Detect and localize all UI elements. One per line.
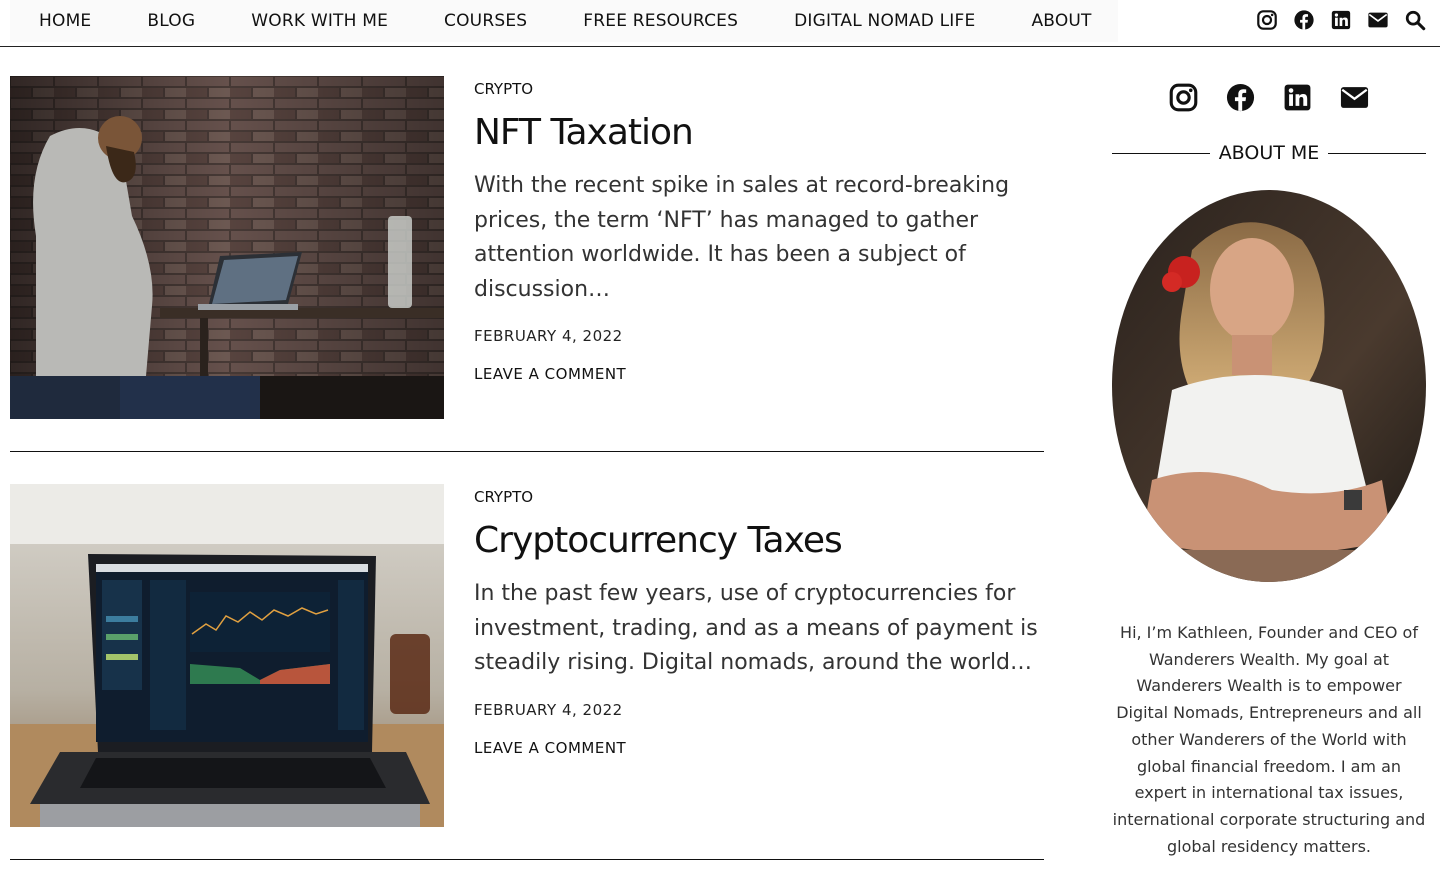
post-excerpt: With the recent spike in sales at record… <box>474 173 1010 302</box>
about-me-title: ABOUT ME <box>1218 142 1320 164</box>
author-portrait <box>1112 190 1426 582</box>
facebook-icon[interactable] <box>1293 9 1315 31</box>
linkedin-icon[interactable] <box>1282 82 1313 113</box>
top-navigation: HOME BLOG WORK WITH ME COURSES FREE RESO… <box>0 0 1440 47</box>
post-excerpt: In the past few years, use of cryptocurr… <box>474 581 1038 675</box>
post-card: CRYPTO NFT Taxation With the recent spik… <box>10 76 1044 419</box>
instagram-icon[interactable] <box>1256 9 1278 31</box>
leave-comment-link[interactable]: LEAVE A COMMENT <box>474 739 1044 757</box>
linkedin-icon[interactable] <box>1330 9 1352 31</box>
nav-menu: HOME BLOG WORK WITH ME COURSES FREE RESO… <box>10 0 1118 42</box>
author-bio: Hi, I’m Kathleen, Founder and CEO of Wan… <box>1112 623 1426 856</box>
nav-item-about[interactable]: ABOUT <box>1031 11 1091 31</box>
post-divider <box>10 451 1044 452</box>
post-date: FEBRUARY 4, 2022 <box>474 327 623 345</box>
laptop-trading-chart-photo <box>10 484 444 827</box>
post-date: FEBRUARY 4, 2022 <box>474 700 623 719</box>
post-content: CRYPTO NFT Taxation With the recent spik… <box>474 76 1044 383</box>
post-title[interactable]: NFT Taxation <box>474 112 1044 153</box>
post-category[interactable]: CRYPTO <box>474 488 1044 506</box>
sidebar: ABOUT ME Hi, I’m Kathleen, Founder and C… <box>1112 80 1426 860</box>
email-icon[interactable] <box>1367 9 1389 31</box>
nav-item-home[interactable]: HOME <box>39 11 91 31</box>
post-divider <box>10 859 1044 860</box>
nav-item-blog[interactable]: BLOG <box>147 11 195 31</box>
nav-item-work-with-me[interactable]: WORK WITH ME <box>251 11 388 31</box>
post-content: CRYPTO Cryptocurrency Taxes In the past … <box>474 484 1044 757</box>
nav-item-digital-nomad-life[interactable]: DIGITAL NOMAD LIFE <box>794 11 975 31</box>
about-me-heading: ABOUT ME <box>1112 142 1426 173</box>
post-category[interactable]: CRYPTO <box>474 80 1044 98</box>
nav-social-icons <box>1256 9 1426 31</box>
post-title[interactable]: Cryptocurrency Taxes <box>474 520 1044 561</box>
leave-comment-link[interactable]: LEAVE A COMMENT <box>474 365 1044 383</box>
author-photo <box>1112 190 1426 582</box>
nav-item-free-resources[interactable]: FREE RESOURCES <box>583 11 738 31</box>
search-icon[interactable] <box>1404 9 1426 31</box>
nav-item-courses[interactable]: COURSES <box>444 11 527 31</box>
post-card: CRYPTO Cryptocurrency Taxes In the past … <box>10 484 1044 827</box>
email-icon[interactable] <box>1339 82 1370 113</box>
instagram-icon[interactable] <box>1168 82 1199 113</box>
post-thumbnail[interactable] <box>10 76 444 419</box>
facebook-icon[interactable] <box>1225 82 1256 113</box>
sidebar-social-icons <box>1112 82 1426 113</box>
post-thumbnail[interactable] <box>10 484 444 827</box>
man-working-on-laptop-photo <box>10 76 444 419</box>
